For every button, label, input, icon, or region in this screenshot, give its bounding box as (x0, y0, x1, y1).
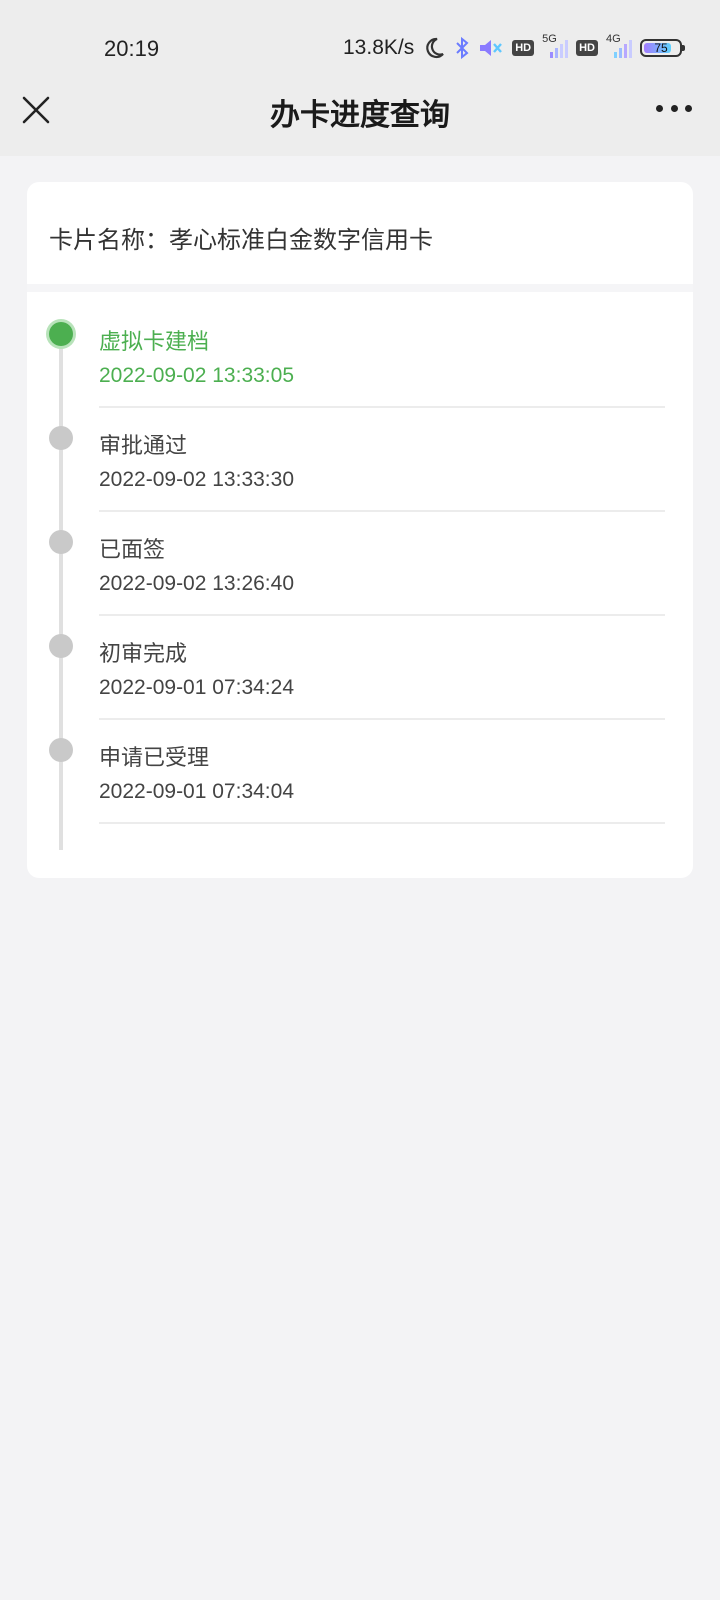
hd-badge-2: HD (576, 40, 598, 56)
progress-card: 卡片名称：孝心标准白金数字信用卡 虚拟卡建档 2022-09-02 13:33:… (27, 182, 693, 878)
moon-icon (422, 34, 446, 62)
step-time: 2022-09-02 13:26:40 (99, 572, 294, 595)
bluetooth-icon (454, 34, 470, 62)
timeline: 虚拟卡建档 2022-09-02 13:33:05 审批通过 2022-09-0… (27, 300, 693, 878)
status-dot (49, 530, 73, 554)
card-name-label: 卡片名称：孝心标准白金数字信用卡 (49, 226, 433, 254)
mute-icon (478, 34, 504, 62)
step-name: 审批通过 (99, 434, 188, 459)
timeline-step-4: 初审完成 2022-09-01 07:34:24 (27, 612, 693, 720)
signal-icon: 5G (542, 33, 569, 60)
timeline-step-3: 已面签 2022-09-02 13:26:40 (27, 508, 693, 616)
divider (99, 822, 665, 824)
status-icons: 13.8K/s HD 5G HD 4G 75 (343, 33, 685, 62)
status-time: 20:19 (104, 36, 160, 61)
more-icon[interactable] (656, 98, 692, 118)
battery-icon: 75 (640, 39, 685, 57)
status-dot (49, 738, 73, 762)
timeline-step-2: 审批通过 2022-09-02 13:33:30 (27, 404, 693, 512)
card-header: 卡片名称：孝心标准白金数字信用卡 (27, 182, 693, 292)
status-dot (49, 426, 73, 450)
step-time: 2022-09-01 07:34:04 (99, 780, 294, 803)
status-dot (49, 634, 73, 658)
step-time: 2022-09-02 13:33:30 (99, 468, 294, 491)
timeline-step-5: 申请已受理 2022-09-01 07:34:04 (27, 716, 693, 824)
page-title: 办卡进度查询 (270, 98, 450, 133)
signal-icon-2: 4G (606, 33, 632, 60)
hd-badge: HD (512, 40, 535, 56)
step-name: 申请已受理 (99, 746, 210, 771)
net-speed: 13.8K/s (343, 36, 415, 59)
step-name: 虚拟卡建档 (99, 330, 210, 355)
top-bar: 20:19 13.8K/s HD 5G HD 4G 75 办卡进度查询 (0, 0, 720, 156)
step-time: 2022-09-02 13:33:05 (99, 364, 294, 387)
step-name: 已面签 (99, 538, 166, 563)
step-time: 2022-09-01 07:34:24 (99, 676, 294, 699)
step-name: 初审完成 (99, 642, 188, 667)
timeline-step-1: 虚拟卡建档 2022-09-02 13:33:05 (27, 300, 693, 408)
status-dot-active (49, 322, 73, 346)
